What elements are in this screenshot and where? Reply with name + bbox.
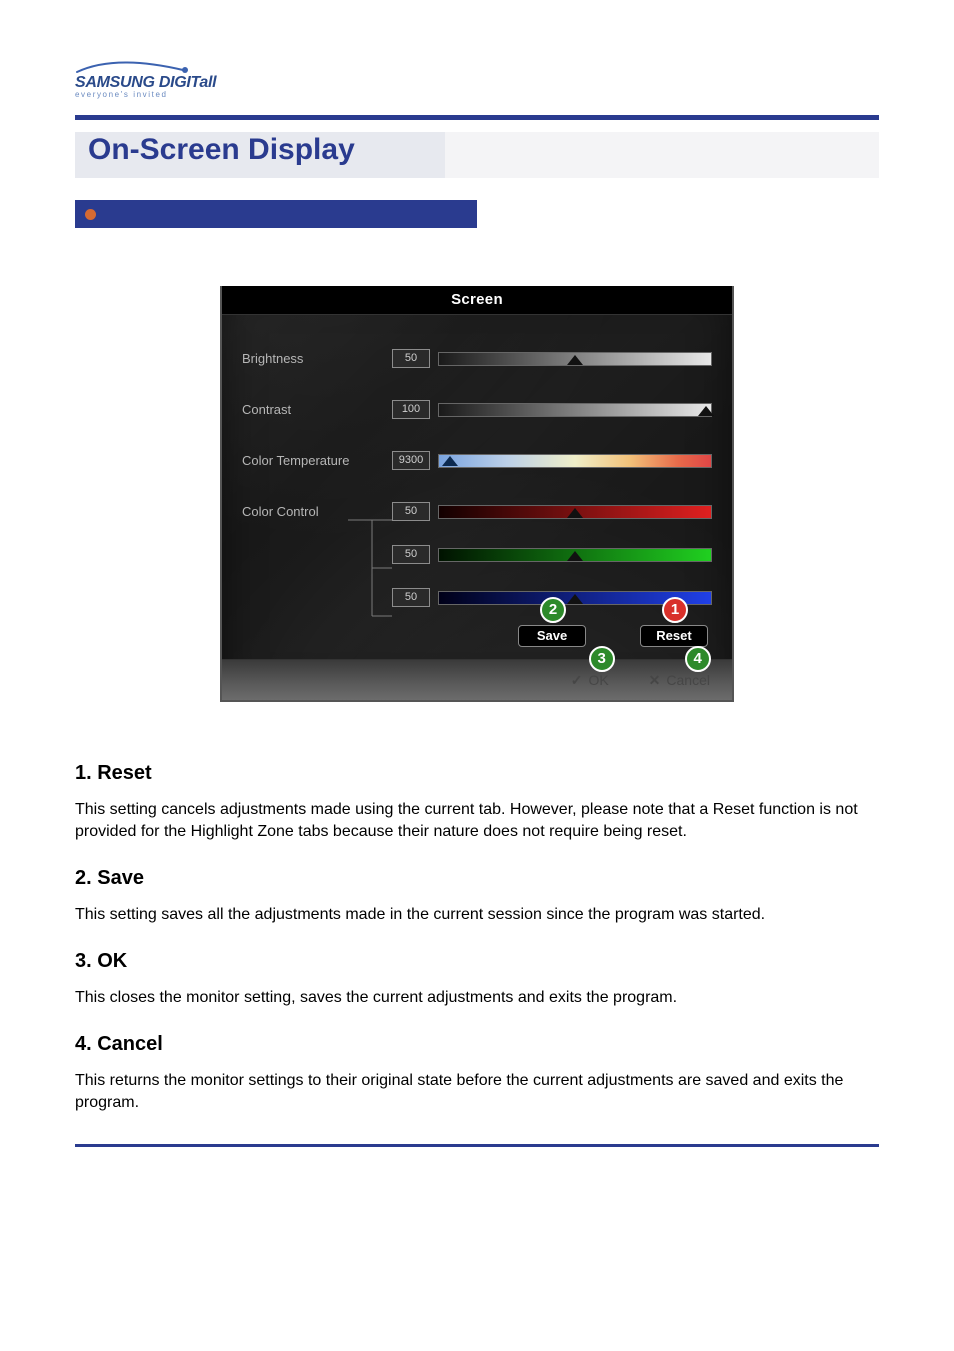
contrast-label: Contrast (242, 402, 392, 417)
bottom-divider (75, 1144, 879, 1147)
section-text: This returns the monitor settings to the… (75, 1070, 879, 1114)
ok-label: OK (588, 672, 608, 688)
section-text: This setting cancels adjustments made us… (75, 799, 879, 843)
color-temperature-slider[interactable] (438, 454, 712, 468)
cancel-label: Cancel (666, 672, 710, 688)
section-heading: 1. Reset (75, 762, 879, 785)
save-button[interactable]: Save (518, 625, 586, 647)
page-title: On-Screen Display (88, 133, 355, 167)
title-band: On-Screen Display (75, 132, 879, 178)
row-color-temperature: Color Temperature 9300 (242, 451, 712, 470)
row-color-control-b: 50 (242, 588, 712, 607)
brand-logo: SAMSUNG DIGITall everyone's invited (75, 60, 879, 99)
section-bar-dot-icon (85, 209, 96, 220)
section-heading: 2. Save (75, 867, 879, 890)
color-control-r-slider[interactable] (438, 505, 712, 519)
osd-title: Screen (222, 286, 732, 315)
top-divider (75, 115, 879, 120)
row-brightness: Brightness 50 (242, 349, 712, 368)
osd-footer: 3 ✓ OK 4 ✕ Cancel (222, 659, 732, 700)
osd-dialog: Screen Brightness 50 Contrast 100 (220, 286, 734, 702)
color-temperature-value: 9300 (392, 451, 430, 470)
brand-name-text: SAMSUNG DIGITall (75, 74, 216, 91)
callout-4: 4 (685, 646, 711, 672)
color-temperature-label: Color Temperature (242, 453, 392, 468)
brightness-value: 50 (392, 349, 430, 368)
row-contrast: Contrast 100 (242, 400, 712, 419)
ok-button[interactable]: 3 ✓ OK (571, 672, 609, 689)
brand-swoosh (75, 60, 215, 74)
color-control-r-value: 50 (392, 502, 430, 521)
close-icon: ✕ (649, 672, 661, 689)
row-color-control-g: 50 (242, 545, 712, 564)
color-control-label: Color Control (242, 504, 392, 519)
brightness-slider[interactable] (438, 352, 712, 366)
section-text: This setting saves all the adjustments m… (75, 904, 879, 926)
cancel-button[interactable]: 4 ✕ Cancel (649, 672, 710, 689)
contrast-slider[interactable] (438, 403, 712, 417)
section-heading: 3. OK (75, 950, 879, 973)
row-color-control-r: Color Control 50 (242, 502, 712, 521)
section-bar (75, 200, 477, 228)
color-control-b-value: 50 (392, 588, 430, 607)
contrast-value: 100 (392, 400, 430, 419)
callout-3: 3 (589, 646, 615, 672)
callout-2: 2 (540, 597, 566, 623)
color-control-g-slider[interactable] (438, 548, 712, 562)
reset-button[interactable]: Reset (640, 625, 708, 647)
callout-1: 1 (662, 597, 688, 623)
check-icon: ✓ (571, 672, 583, 689)
section-text: This closes the monitor setting, saves t… (75, 987, 879, 1009)
brightness-label: Brightness (242, 351, 392, 366)
color-control-g-value: 50 (392, 545, 430, 564)
section-heading: 4. Cancel (75, 1033, 879, 1056)
